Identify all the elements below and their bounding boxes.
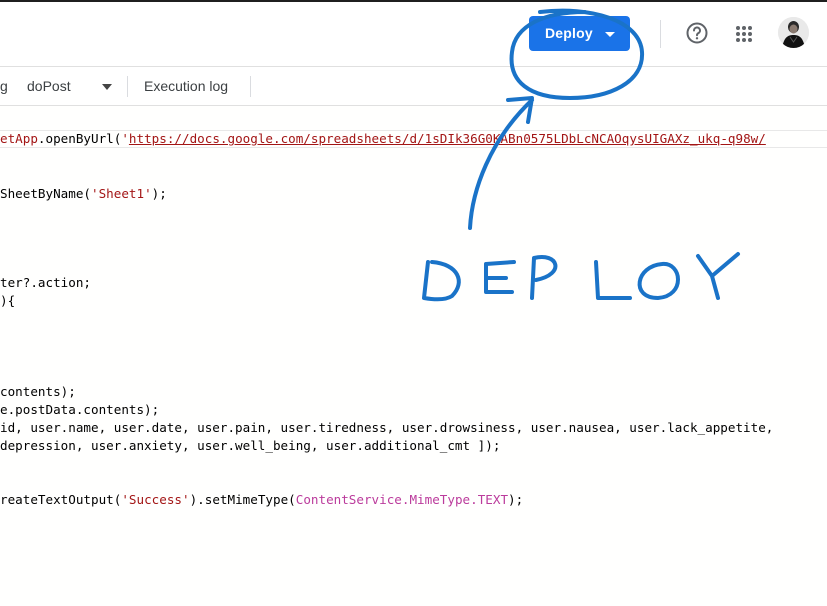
code-token: ); bbox=[151, 186, 167, 201]
code-editor[interactable]: etApp.openByUrl('https://docs.google.com… bbox=[0, 106, 827, 606]
chevron-down-icon[interactable] bbox=[605, 32, 615, 37]
code-token: etApp bbox=[0, 131, 38, 146]
user-avatar[interactable] bbox=[778, 17, 809, 48]
code-line-3: ter?.action; bbox=[0, 275, 91, 290]
code-line-2: SheetByName('Sheet1'); bbox=[0, 185, 167, 203]
function-select[interactable]: doPost bbox=[27, 78, 71, 94]
toolbar-cut-label[interactable]: g bbox=[0, 78, 8, 94]
code-class-ref: ContentService.MimeType.TEXT bbox=[295, 492, 509, 507]
code-line-1: etApp.openByUrl('https://docs.google.com… bbox=[0, 130, 766, 148]
code-token: .openByUrl( bbox=[37, 131, 122, 146]
deploy-button[interactable]: Deploy bbox=[529, 16, 630, 51]
code-token: reateTextOutput( bbox=[0, 492, 122, 507]
code-token: ' bbox=[121, 131, 129, 146]
deploy-button-label: Deploy bbox=[545, 25, 593, 41]
code-line-6: e.postData.contents); bbox=[0, 402, 160, 417]
code-token: ); bbox=[508, 492, 524, 507]
editor-toolbar: g doPost Execution log bbox=[0, 67, 827, 106]
code-token: SheetByName( bbox=[0, 186, 91, 201]
execution-log-button[interactable]: Execution log bbox=[144, 78, 228, 94]
toolbar-divider bbox=[127, 76, 128, 97]
code-token: ).setMimeType( bbox=[189, 492, 296, 507]
help-circle-icon[interactable] bbox=[686, 22, 708, 44]
top-edge-line bbox=[0, 0, 827, 2]
code-string: 'Success' bbox=[121, 492, 190, 507]
code-line-9: reateTextOutput('Success').setMimeType(C… bbox=[0, 491, 523, 509]
toolbar-divider bbox=[250, 76, 251, 97]
chevron-down-icon[interactable] bbox=[102, 84, 112, 90]
top-bar: Deploy bbox=[0, 0, 827, 67]
google-apps-icon[interactable] bbox=[736, 26, 752, 42]
code-line-7: id, user.name, user.date, user.pain, use… bbox=[0, 420, 774, 435]
code-string: 'Sheet1' bbox=[91, 186, 152, 201]
code-line-8: depression, user.anxiety, user.well_bein… bbox=[0, 438, 501, 453]
spreadsheet-url-link[interactable]: https://docs.google.com/spreadsheets/d/1… bbox=[129, 131, 766, 146]
code-line-4: ){ bbox=[0, 293, 16, 308]
code-line-5: contents); bbox=[0, 384, 76, 399]
header-divider bbox=[660, 20, 661, 48]
